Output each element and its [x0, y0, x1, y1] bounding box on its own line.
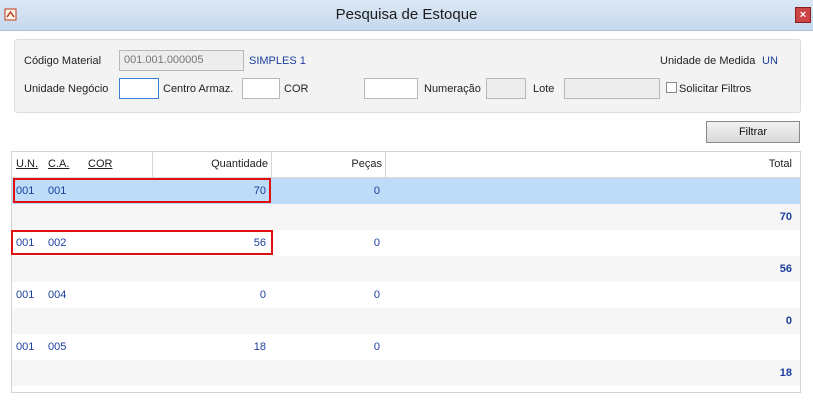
centro-armaz-field[interactable] — [242, 78, 280, 99]
cell-pecas: 0 — [373, 341, 380, 353]
cor-label: COR — [284, 83, 309, 95]
cell-total: 18 — [779, 367, 792, 379]
cell-pecas: 0 — [373, 237, 380, 249]
cell-pecas: 0 — [373, 185, 380, 197]
solicitar-filtros-label: Solicitar Filtros — [679, 83, 752, 95]
unidade-negocio-field[interactable] — [119, 78, 159, 99]
unidade-medida-value: UN — [762, 55, 778, 67]
lote-field[interactable] — [564, 78, 660, 99]
window-title: Pesquisa de Estoque — [335, 6, 478, 23]
numeracao-field[interactable] — [486, 78, 526, 99]
unidade-negocio-label: Unidade Negócio — [24, 83, 109, 95]
codigo-material-field[interactable]: 001.001.000005 — [119, 50, 244, 71]
table-row[interactable]: 001 005 18 0 — [12, 334, 800, 360]
solicitar-filtros-checkbox[interactable] — [666, 82, 677, 93]
column-separator[interactable] — [271, 152, 272, 177]
cell-total: 56 — [779, 263, 792, 275]
cell-total: 70 — [779, 211, 792, 223]
column-header-quantidade[interactable]: Quantidade — [211, 158, 268, 170]
table-row-total: 0 — [12, 308, 800, 334]
cell-quantidade: 0 — [259, 289, 266, 301]
cell-pecas: 0 — [373, 289, 380, 301]
cell-ca: 004 — [48, 289, 67, 301]
material-description: SIMPLES 1 — [249, 55, 306, 67]
column-separator[interactable] — [152, 152, 153, 177]
table-row-total: 56 — [12, 256, 800, 282]
grid-header: U.N. C.A. COR Quantidade Peças Total — [12, 152, 800, 178]
table-row[interactable]: 001 004 0 0 — [12, 282, 800, 308]
cell-quantidade: 18 — [253, 341, 266, 353]
lote-label: Lote — [533, 83, 555, 95]
cor-field[interactable] — [364, 78, 418, 99]
highlight-box — [11, 230, 273, 255]
close-button[interactable]: × — [795, 7, 811, 23]
column-header-total[interactable]: Total — [769, 158, 792, 170]
title-bar: Pesquisa de Estoque × — [0, 0, 813, 31]
column-header-cor[interactable]: COR — [88, 158, 112, 170]
cell-un: 001 — [16, 289, 35, 301]
codigo-material-label: Código Material — [24, 55, 102, 67]
column-header-un[interactable]: U.N. — [16, 158, 38, 170]
table-row-total: 70 — [12, 204, 800, 230]
cell-total: 0 — [785, 315, 792, 327]
cell-ca: 005 — [48, 341, 67, 353]
cell-un: 001 — [16, 341, 35, 353]
numeracao-label: Numeração — [424, 83, 481, 95]
unidade-medida-label: Unidade de Medida — [660, 55, 756, 67]
centro-armaz-label: Centro Armaz. — [163, 83, 234, 95]
table-row-total: 18 — [12, 360, 800, 386]
highlight-box — [13, 178, 271, 203]
column-separator[interactable] — [385, 152, 386, 177]
column-header-pecas[interactable]: Peças — [351, 158, 382, 170]
column-header-ca[interactable]: C.A. — [48, 158, 69, 170]
filtrar-button[interactable]: Filtrar — [706, 121, 800, 143]
